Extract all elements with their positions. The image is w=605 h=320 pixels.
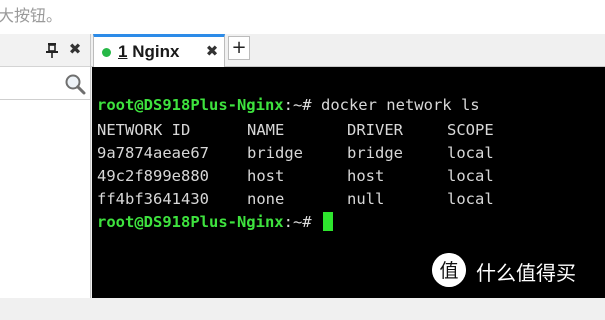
terminal-cursor	[322, 212, 333, 231]
panel-divider[interactable]	[90, 34, 91, 298]
network-scope: local	[447, 144, 494, 162]
prompt-line: root@DS918Plus-Nginx:~#	[97, 211, 333, 233]
connection-status-icon	[102, 48, 111, 57]
command-line: root@DS918Plus-Nginx:~# docker network l…	[97, 94, 480, 116]
network-driver: host	[347, 167, 385, 185]
close-icon[interactable]: ✖	[67, 41, 83, 57]
prompt-tail: :~#	[283, 213, 312, 231]
search-icon[interactable]	[64, 73, 86, 95]
network-id: 49c2f899e880	[97, 167, 209, 185]
table-row: ff4bf3641430 none null local	[97, 188, 597, 210]
session-search-field[interactable]	[0, 67, 91, 100]
watermark-text: 什么值得买	[476, 261, 576, 285]
table-row: 49c2f899e880 host host local	[97, 165, 597, 187]
network-scope: local	[447, 190, 494, 208]
table-header-row: NETWORK ID NAME DRIVER SCOPE	[97, 119, 597, 141]
background-caption: 大按钮。	[0, 6, 63, 25]
header-scope: SCOPE	[447, 121, 494, 139]
tab-bar: 1 Nginx ✖ +	[91, 34, 605, 67]
smzdm-logo-icon: 值	[432, 253, 466, 287]
command-text: docker network ls	[320, 96, 480, 114]
network-id: ff4bf3641430	[97, 190, 209, 208]
session-panel-titlebar: ✖	[0, 34, 91, 67]
header-driver: DRIVER	[347, 121, 403, 139]
network-scope: local	[447, 167, 494, 185]
header-name: NAME	[247, 121, 285, 139]
svg-text:值: 值	[439, 260, 458, 282]
network-name: host	[247, 167, 285, 185]
network-name: none	[247, 190, 285, 208]
prompt-tail: :~#	[283, 96, 312, 114]
table-row: 9a7874aeae67 bridge bridge local	[97, 142, 597, 164]
network-driver: null	[347, 190, 385, 208]
tab-close-icon[interactable]: ✖	[204, 43, 220, 59]
header-network-id: NETWORK ID	[97, 121, 191, 139]
tab-nginx[interactable]: 1 Nginx ✖	[93, 34, 225, 67]
session-panel: ✖	[0, 34, 91, 298]
pin-icon[interactable]	[45, 42, 59, 58]
network-name: bridge	[247, 144, 303, 162]
prompt-user: root@DS918Plus-Nginx	[97, 213, 284, 231]
background-document-strip: 大按钮。	[0, 0, 605, 34]
network-driver: bridge	[347, 144, 403, 162]
prompt-user: root@DS918Plus-Nginx	[97, 96, 284, 114]
network-id: 9a7874aeae67	[97, 144, 209, 162]
tab-label: 1 Nginx	[118, 42, 180, 61]
new-tab-button[interactable]: +	[228, 36, 250, 60]
